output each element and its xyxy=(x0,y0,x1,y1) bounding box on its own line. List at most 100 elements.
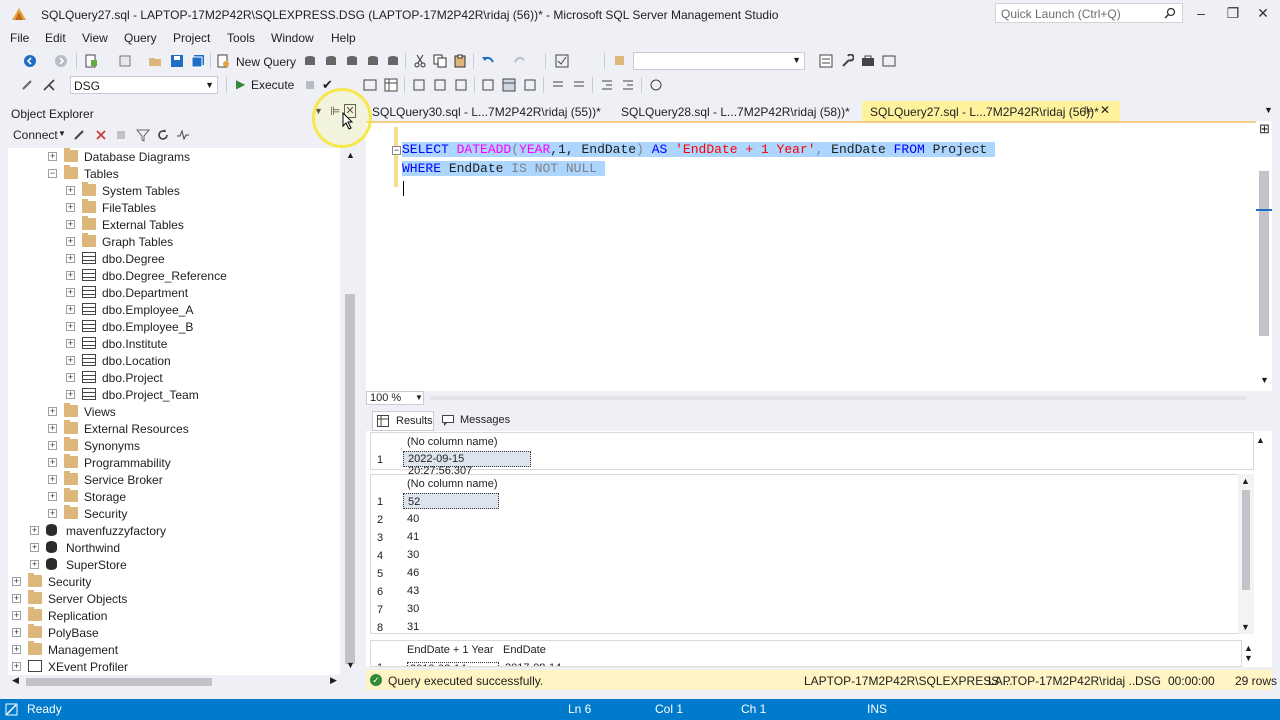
new-query-icon[interactable] xyxy=(216,54,230,68)
change-connection-icon[interactable] xyxy=(42,78,56,92)
display-plan-icon[interactable] xyxy=(363,78,377,92)
filter-icon[interactable] xyxy=(136,128,150,142)
tree-node[interactable]: + Programmability xyxy=(8,454,338,472)
redo-icon[interactable] xyxy=(513,54,527,68)
execute-button[interactable]: Execute xyxy=(251,78,294,92)
grid3-scroll-down-icon[interactable]: ▼ xyxy=(1244,653,1253,663)
tab-sqlquery28[interactable]: SQLQuery28.sql - L...7M2P42R\ridaj (58))… xyxy=(621,105,850,119)
table-cell[interactable]: 30 xyxy=(403,547,499,563)
comment-lines-icon[interactable] xyxy=(551,78,565,92)
tree-node[interactable]: + dbo.Employee_A xyxy=(8,302,338,319)
grid1-scroll-up-icon[interactable]: ▲ xyxy=(1256,435,1265,445)
result-grid-2[interactable]: (No column name) 1 52 2 40 3 41 4 30 5 46 6 43 7 30 8 3… xyxy=(370,474,1242,634)
expand-node-icon[interactable]: + xyxy=(12,577,21,586)
tree-node[interactable]: + Server Objects xyxy=(8,590,338,608)
close-tab-icon[interactable]: ✕ xyxy=(1100,103,1110,117)
tab-sqlquery30[interactable]: SQLQuery30.sql - L...7M2P42R\ridaj (55))… xyxy=(372,105,601,119)
tab-sqlquery27-active[interactable]: SQLQuery27.sql - L...7M2P42R\ridaj (56))… xyxy=(862,101,1120,121)
table-cell[interactable]: 40 xyxy=(403,511,499,527)
editor-vertical-scrollbar[interactable]: ⊞ ▼ xyxy=(1256,121,1272,391)
table-cell[interactable]: 30 xyxy=(403,601,499,617)
save-all-icon[interactable] xyxy=(191,54,205,68)
layout-icon[interactable] xyxy=(882,54,896,68)
tree-node[interactable]: + Views xyxy=(8,403,338,421)
expand-node-icon[interactable]: + xyxy=(66,373,75,382)
collapse-node-icon[interactable]: − xyxy=(48,169,57,178)
connect-button[interactable]: Connect xyxy=(13,128,58,142)
connect-chevron-icon[interactable]: ▼ xyxy=(58,129,66,138)
expand-node-icon[interactable]: + xyxy=(66,220,75,229)
tree-node[interactable]: + Storage xyxy=(8,488,338,506)
scroll-down-icon[interactable]: ▼ xyxy=(346,660,355,670)
tree-node[interactable]: + External Resources xyxy=(8,420,338,438)
grid2-scroll-up-icon[interactable]: ▲ xyxy=(1241,476,1250,486)
grid2-vertical-scrollbar[interactable]: ▲ ▼ xyxy=(1238,474,1254,634)
table-cell[interactable]: 31 xyxy=(403,619,499,635)
tree-node[interactable]: + External Tables xyxy=(8,216,338,234)
scroll-thumb[interactable] xyxy=(345,294,355,664)
menu-help[interactable]: Help xyxy=(331,31,356,45)
table-cell[interactable]: 2017-08-14 xyxy=(505,662,561,666)
cancel-query-icon[interactable] xyxy=(303,78,317,92)
connect-plug-icon[interactable] xyxy=(72,128,86,142)
tab-messages[interactable]: Messages xyxy=(438,411,518,431)
tree-node[interactable]: + FileTables xyxy=(8,199,338,217)
expand-node-icon[interactable]: + xyxy=(66,203,75,212)
expand-node-icon[interactable]: + xyxy=(12,645,21,654)
result-grid-3[interactable]: EndDate + 1 Year EndDate 1 2018-08-14 20… xyxy=(370,640,1242,667)
scroll-up-icon[interactable]: ▲ xyxy=(346,150,355,160)
expand-node-icon[interactable]: + xyxy=(48,424,57,433)
column-header[interactable]: EndDate xyxy=(503,644,546,656)
intellisense-icon[interactable] xyxy=(433,78,447,92)
column-header[interactable]: EndDate + 1 Year xyxy=(407,644,494,656)
query-options-icon[interactable] xyxy=(412,78,426,92)
column-header[interactable]: (No column name) xyxy=(407,478,497,490)
menu-project[interactable]: Project xyxy=(173,31,210,45)
dax-query-icon[interactable] xyxy=(386,54,400,68)
copy-icon[interactable] xyxy=(433,54,447,68)
database-engine-query-icon[interactable] xyxy=(303,54,317,68)
expand-node-icon[interactable]: + xyxy=(12,628,21,637)
zoom-select[interactable]: 100 % ▼ xyxy=(366,391,424,405)
properties-icon[interactable] xyxy=(819,54,833,68)
activity-monitor-icon[interactable] xyxy=(176,128,190,142)
expand-node-icon[interactable]: + xyxy=(12,662,21,671)
tree-node[interactable]: + dbo.Location xyxy=(8,353,338,370)
tree-node[interactable]: + System Tables xyxy=(8,182,338,200)
tree-node[interactable]: + Security xyxy=(8,573,338,591)
expand-node-icon[interactable]: + xyxy=(12,594,21,603)
expand-node-icon[interactable]: + xyxy=(66,186,75,195)
specify-template-values-icon[interactable] xyxy=(649,78,663,92)
editor-scroll-down-icon[interactable]: ▼ xyxy=(1260,375,1269,385)
menu-view[interactable]: View xyxy=(82,31,108,45)
table-cell[interactable]: 52 xyxy=(403,493,499,509)
hscroll-thumb[interactable] xyxy=(26,678,212,686)
tree-node[interactable]: + dbo.Project xyxy=(8,370,338,387)
expand-node-icon[interactable]: + xyxy=(48,509,57,518)
increase-indent-icon[interactable] xyxy=(621,78,635,92)
tree-node[interactable]: + mavenfuzzyfactory xyxy=(8,523,338,540)
table-cell[interactable]: 46 xyxy=(403,565,499,581)
new-project-icon[interactable] xyxy=(84,54,98,68)
menu-query[interactable]: Query xyxy=(124,31,157,45)
back-icon[interactable] xyxy=(23,54,37,68)
expand-node-icon[interactable]: + xyxy=(30,526,39,535)
object-explorer-vertical-scrollbar[interactable]: ▲ ▼ xyxy=(342,148,358,675)
close-window-button[interactable]: ✕ xyxy=(1256,6,1270,20)
new-query-button[interactable]: New Query xyxy=(236,55,296,69)
expand-node-icon[interactable]: + xyxy=(66,288,75,297)
expand-node-icon[interactable]: + xyxy=(48,407,57,416)
expand-node-icon[interactable]: + xyxy=(48,441,57,450)
undo-icon[interactable] xyxy=(481,54,495,68)
expand-node-icon[interactable]: + xyxy=(48,475,57,484)
minimize-button[interactable]: – xyxy=(1194,6,1208,20)
result-grid-1[interactable]: (No column name) 1 2022-09-15 20:27:56.3… xyxy=(370,432,1254,477)
find-combo[interactable]: ▼ xyxy=(633,52,805,70)
column-header[interactable]: (No column name) xyxy=(407,436,497,448)
menu-window[interactable]: Window xyxy=(271,31,314,45)
uncomment-lines-icon[interactable] xyxy=(572,78,586,92)
paste-icon[interactable] xyxy=(453,54,467,68)
sql-editor[interactable]: − SELECT DATEADD(YEAR,1, EndDate) AS 'En… xyxy=(366,121,1256,391)
editor-scroll-thumb[interactable] xyxy=(1259,171,1269,336)
expand-node-icon[interactable]: + xyxy=(66,237,75,246)
